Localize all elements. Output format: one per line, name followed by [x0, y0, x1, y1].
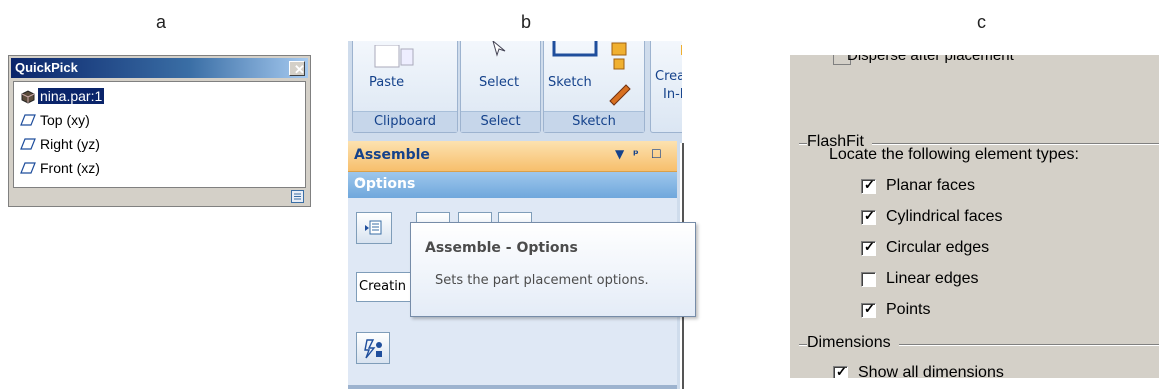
panel-label-b: b	[521, 12, 532, 32]
part-icon	[21, 90, 35, 104]
list-item-label: Top (xy)	[40, 112, 90, 128]
flashfit-button[interactable]	[356, 332, 390, 364]
ribbon-group-select: Select Select	[460, 41, 541, 133]
quickpick-title: QuickPick	[15, 60, 78, 75]
plane-icon	[20, 162, 36, 174]
list-item-label: Front (xz)	[40, 160, 100, 176]
checkbox[interactable]: ✓	[861, 207, 876, 225]
panel-label-a: a	[156, 12, 167, 32]
check-icon: ✓	[864, 176, 875, 192]
sketch-button[interactable]: Sketch	[548, 75, 592, 90]
list-item[interactable]: Right (yz)	[20, 134, 102, 154]
list-options-icon	[365, 220, 382, 235]
assemble-pane-header[interactable]: Assemble ▼ ᵖ ☐	[348, 141, 677, 172]
paste-icon	[374, 45, 414, 68]
check-icon: ✓	[836, 363, 847, 379]
list-item[interactable]: nina.par:1	[20, 86, 105, 106]
ribbon-group-sketch: Sketch Sketch	[543, 41, 645, 133]
paste-button[interactable]: Paste	[369, 75, 404, 90]
tooltip-body: Sets the part placement options.	[435, 273, 649, 288]
checkbox[interactable]: ✓	[861, 238, 876, 256]
panel-label-c: c	[977, 12, 986, 32]
checkbox-planar-faces[interactable]: ✓ Planar faces	[861, 175, 975, 197]
maximize-icon[interactable]: ☐	[651, 147, 662, 161]
select-button[interactable]: Select	[479, 75, 519, 90]
ribbon-group-caption: Select	[461, 111, 540, 132]
checkbox-linear-edges[interactable]: Linear edges	[861, 268, 979, 290]
quickpick-list: nina.par:1 Top (xy) Right (yz) Front (xz…	[13, 81, 306, 188]
panel-edge	[789, 55, 790, 378]
tooltip-title: Assemble - Options	[425, 240, 578, 256]
list-item[interactable]: Front (xz)	[20, 158, 102, 178]
options-section-header[interactable]: Options ⌃	[348, 172, 677, 198]
checkbox[interactable]: ✓	[833, 363, 848, 379]
checkbox[interactable]: ✓	[861, 176, 876, 194]
checkbox-label: Circular edges	[886, 239, 990, 256]
assemble-title: Assemble	[354, 147, 430, 163]
ribbon-group-caption: Sketch	[544, 111, 644, 132]
checkbox-show-all-dimensions[interactable]: ✓ Show all dimensions	[833, 362, 1004, 378]
checkbox-label: Points	[886, 301, 931, 318]
collapse-icon[interactable]: ⌃	[354, 176, 659, 190]
close-button[interactable]: ✕	[289, 61, 305, 76]
cursor-icon	[492, 41, 506, 57]
checkbox-cylindrical-faces[interactable]: ✓ Cylindrical faces	[861, 206, 1002, 228]
create-button[interactable]: Create	[655, 69, 682, 84]
checkbox-label: Linear edges	[886, 270, 979, 287]
options-button[interactable]	[356, 212, 392, 244]
disperse-label: Disperse after placement	[847, 55, 1014, 64]
locate-label: Locate the following element types:	[829, 146, 1079, 163]
checkbox-points[interactable]: ✓ Points	[861, 299, 930, 321]
list-item[interactable]: Top (xy)	[20, 110, 92, 130]
check-icon: ✓	[864, 238, 875, 254]
ribbon-group-create: Create In-Pla	[650, 41, 682, 133]
pin-icon[interactable]: ᵖ	[633, 147, 639, 161]
quickpick-window: QuickPick ✕ nina.par:1 Top (xy) Right (y…	[8, 55, 311, 207]
checkbox-label: Planar faces	[886, 177, 975, 194]
dropdown-icon[interactable]: ▼	[615, 147, 624, 161]
checkbox-label: Show all dimensions	[858, 364, 1004, 378]
close-icon: ✕	[294, 62, 305, 77]
flashfit-options-panel: Disperse after placement FlashFit Locate…	[789, 55, 1159, 378]
list-item-label: nina.par:1	[38, 88, 105, 104]
placement-mode-field[interactable]: Creatin	[356, 272, 412, 302]
checkbox-label: Cylindrical faces	[886, 208, 1003, 225]
flashfit-icon	[364, 339, 382, 359]
checkbox-circular-edges[interactable]: ✓ Circular edges	[861, 237, 989, 259]
tooltip: Assemble - Options Sets the part placeme…	[410, 222, 696, 317]
checkbox[interactable]: ✓	[861, 300, 876, 318]
check-icon: ✓	[864, 207, 875, 223]
dimensions-group-title: Dimensions	[807, 334, 899, 352]
assemble-screen: Paste Clipboard Select Select Sketch Ske…	[348, 41, 682, 389]
ribbon-group-caption: Clipboard	[353, 111, 457, 132]
checkbox[interactable]	[861, 271, 876, 287]
ribbon-group-clipboard: Paste Clipboard	[352, 41, 458, 133]
list-item-label: Right (yz)	[40, 136, 100, 152]
quickpick-titlebar[interactable]: QuickPick ✕	[11, 58, 308, 78]
in-place-label: In-Pla	[663, 87, 682, 102]
create-icon	[681, 45, 682, 55]
pane-divider	[348, 385, 677, 389]
plane-icon	[20, 138, 36, 150]
plane-icon	[20, 114, 36, 126]
list-view-icon[interactable]	[291, 190, 304, 203]
check-icon: ✓	[864, 300, 875, 316]
